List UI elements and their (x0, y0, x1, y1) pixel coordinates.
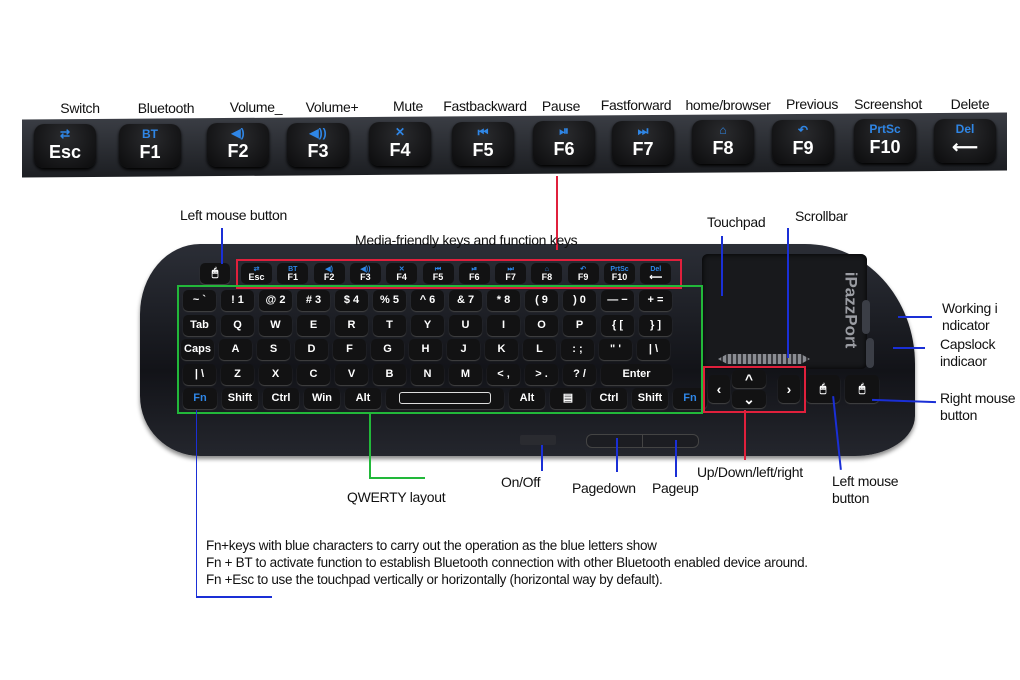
key-label: F5 (472, 139, 494, 160)
callout-line (541, 445, 543, 471)
label-line: Working i (942, 300, 998, 316)
label-top-key: Screenshot (854, 96, 922, 112)
key-label: F4 (389, 140, 411, 160)
label-line: button (940, 407, 978, 423)
key-icon: ⏮ (477, 124, 489, 139)
key-label: F3 (307, 140, 329, 161)
label-working-indicator: Working i ndicator (942, 300, 998, 334)
left-mouse-button-top[interactable]: 🖱 (200, 263, 230, 284)
label-on-off: On/Off (501, 474, 541, 490)
left-mouse-button[interactable]: 🖱 (806, 375, 840, 403)
top-key-f1: BT F1 (119, 123, 181, 168)
callout-line (196, 410, 197, 598)
key-icon: ↶ (797, 122, 809, 137)
top-key-f7: ⏭ F7 (612, 120, 674, 165)
callout-line (898, 316, 932, 318)
key-label: F1 (139, 141, 161, 162)
note-fn-esc: Fn +Esc to use the touchpad vertically o… (206, 572, 663, 587)
key-icon: ✕ (394, 125, 406, 139)
top-key-f2: ◀) F2 (207, 123, 269, 167)
callout-line (893, 347, 925, 349)
label-left-mouse: Left mouse button (832, 473, 899, 507)
top-key-f10: PrtSc F10 (854, 119, 916, 163)
key-icon: ⇄ (59, 127, 71, 141)
key-icon: ⏯ (559, 124, 569, 138)
key-icon: ◀) (231, 126, 245, 140)
label-line: Capslock (940, 336, 996, 352)
top-key-f5: ⏮ F5 (452, 121, 514, 166)
key-label: F6 (553, 139, 575, 159)
pageup-button[interactable] (642, 434, 699, 448)
qwerty-box (177, 285, 703, 414)
key-label: F2 (227, 141, 249, 161)
label-pagedown: Pagedown (572, 480, 636, 496)
key-label: F10 (869, 137, 901, 157)
label-top-key: Volume_ (229, 99, 283, 116)
label-touchpad: Touchpad (707, 214, 766, 230)
scrollbar-strip[interactable] (718, 354, 810, 364)
label-top-key: Fastbackward (443, 98, 527, 114)
label-top-key: Mute (393, 98, 423, 115)
top-key-⟵: Del ⟵ (934, 118, 996, 163)
arrow-keys-box (703, 366, 806, 413)
label-top-key: Bluetooth (137, 99, 195, 116)
brand-logo: iPazzPort (841, 271, 861, 349)
label-top-key: Switch (60, 100, 100, 116)
key-icon: BT (142, 126, 158, 141)
callout-line (369, 477, 425, 479)
top-key-f3: ◀)) F3 (287, 122, 349, 167)
label-media-keys: Media-friendly keys and function keys (355, 232, 578, 248)
label-pageup: Pageup (652, 480, 699, 496)
key-label: ⟵ (952, 136, 978, 157)
top-key-esc: ⇄ Esc (34, 124, 96, 168)
working-indicator-led (862, 300, 870, 334)
top-key-f9: ↶ F9 (772, 119, 834, 164)
label-top-key: Volume+ (305, 98, 359, 115)
top-key-f8: ⌂ F8 (692, 120, 754, 164)
label-top-key: home/browser (685, 96, 771, 113)
top-key-f6: ⏯ F6 (533, 121, 595, 165)
key-icon: PrtSc (869, 122, 901, 136)
label-top-key: Pause (541, 97, 581, 114)
callout-line (369, 412, 371, 479)
key-label: F7 (632, 138, 654, 159)
key-label: F8 (712, 138, 734, 158)
label-top-key: Delete (950, 95, 990, 112)
capslock-indicator-led (866, 338, 874, 368)
callout-line (196, 596, 272, 598)
label-top-key: Previous (785, 96, 839, 113)
label-line: indicaor (940, 353, 987, 369)
callout-line (744, 410, 746, 460)
power-switch[interactable] (520, 435, 556, 445)
label-line: ndicator (942, 317, 990, 333)
key-label: Esc (48, 142, 82, 162)
callout-line (616, 438, 618, 472)
key-icon: ◀)) (309, 125, 327, 140)
label-arrows: Up/Down/left/right (697, 464, 803, 480)
label-top-key: Fastforward (600, 97, 672, 114)
label-capslock-indicator: Capslock indicaor (940, 336, 995, 370)
key-label: F9 (792, 137, 814, 158)
label-qwerty: QWERTY layout (347, 489, 446, 505)
key-icon: Del (955, 121, 975, 136)
top-key-f4: ✕ F4 (369, 122, 431, 166)
label-left-mouse-top: Left mouse button (180, 207, 287, 223)
note-fn-bt: Fn + BT to activate function to establis… (206, 555, 808, 570)
label-line: button (832, 490, 870, 506)
label-line: Right mouse (940, 390, 1016, 406)
note-fn-keys: Fn+keys with blue characters to carry ou… (206, 538, 657, 553)
callout-line (721, 236, 723, 296)
label-scrollbar: Scrollbar (795, 208, 848, 224)
key-icon: ⏭ (637, 123, 649, 138)
callout-line (221, 228, 223, 264)
pagedown-button[interactable] (586, 434, 644, 448)
label-line: Left mouse (832, 473, 899, 489)
label-right-mouse: Right mouse button (940, 390, 1016, 424)
key-icon: ⌂ (719, 123, 727, 137)
callout-line (787, 228, 789, 358)
callout-line (675, 440, 677, 477)
